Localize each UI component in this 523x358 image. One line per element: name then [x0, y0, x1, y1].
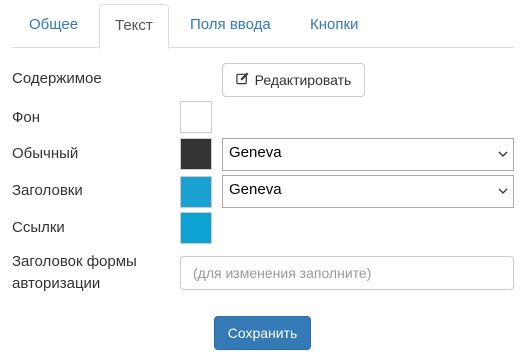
chevron-down-icon	[498, 188, 508, 194]
links-color-swatch[interactable]	[180, 212, 212, 244]
tab-bar: Общее Текст Поля ввода Кнопки	[12, 0, 514, 49]
save-button[interactable]: Сохранить	[214, 316, 311, 350]
edit-icon	[235, 72, 249, 88]
edit-button-label: Редактировать	[254, 72, 352, 88]
auth-form-title-input[interactable]	[180, 256, 514, 290]
headings-font-select[interactable]: Geneva	[222, 175, 514, 208]
headings-font-value: Geneva	[229, 181, 282, 198]
headings-color-swatch[interactable]	[180, 176, 212, 208]
content-label: Содержимое	[12, 70, 102, 87]
background-label: Фон	[12, 109, 41, 126]
normal-text-label: Обычный	[12, 145, 79, 162]
tab-buttons[interactable]: Кнопки	[295, 4, 373, 48]
tab-general[interactable]: Общее	[14, 4, 93, 48]
normal-font-value: Geneva	[229, 144, 282, 161]
links-label: Ссылки	[12, 219, 65, 236]
normal-font-select[interactable]: Geneva	[222, 138, 514, 171]
background-color-swatch[interactable]	[180, 101, 212, 133]
chevron-down-icon	[498, 151, 508, 157]
tab-text[interactable]: Текст	[99, 4, 169, 49]
normal-text-color-swatch[interactable]	[180, 138, 212, 170]
edit-button[interactable]: Редактировать	[222, 63, 365, 97]
auth-form-title-label: Заголовок формы авторизации	[12, 253, 137, 292]
headings-label: Заголовки	[12, 182, 83, 199]
tab-input-fields[interactable]: Поля ввода	[175, 4, 286, 48]
